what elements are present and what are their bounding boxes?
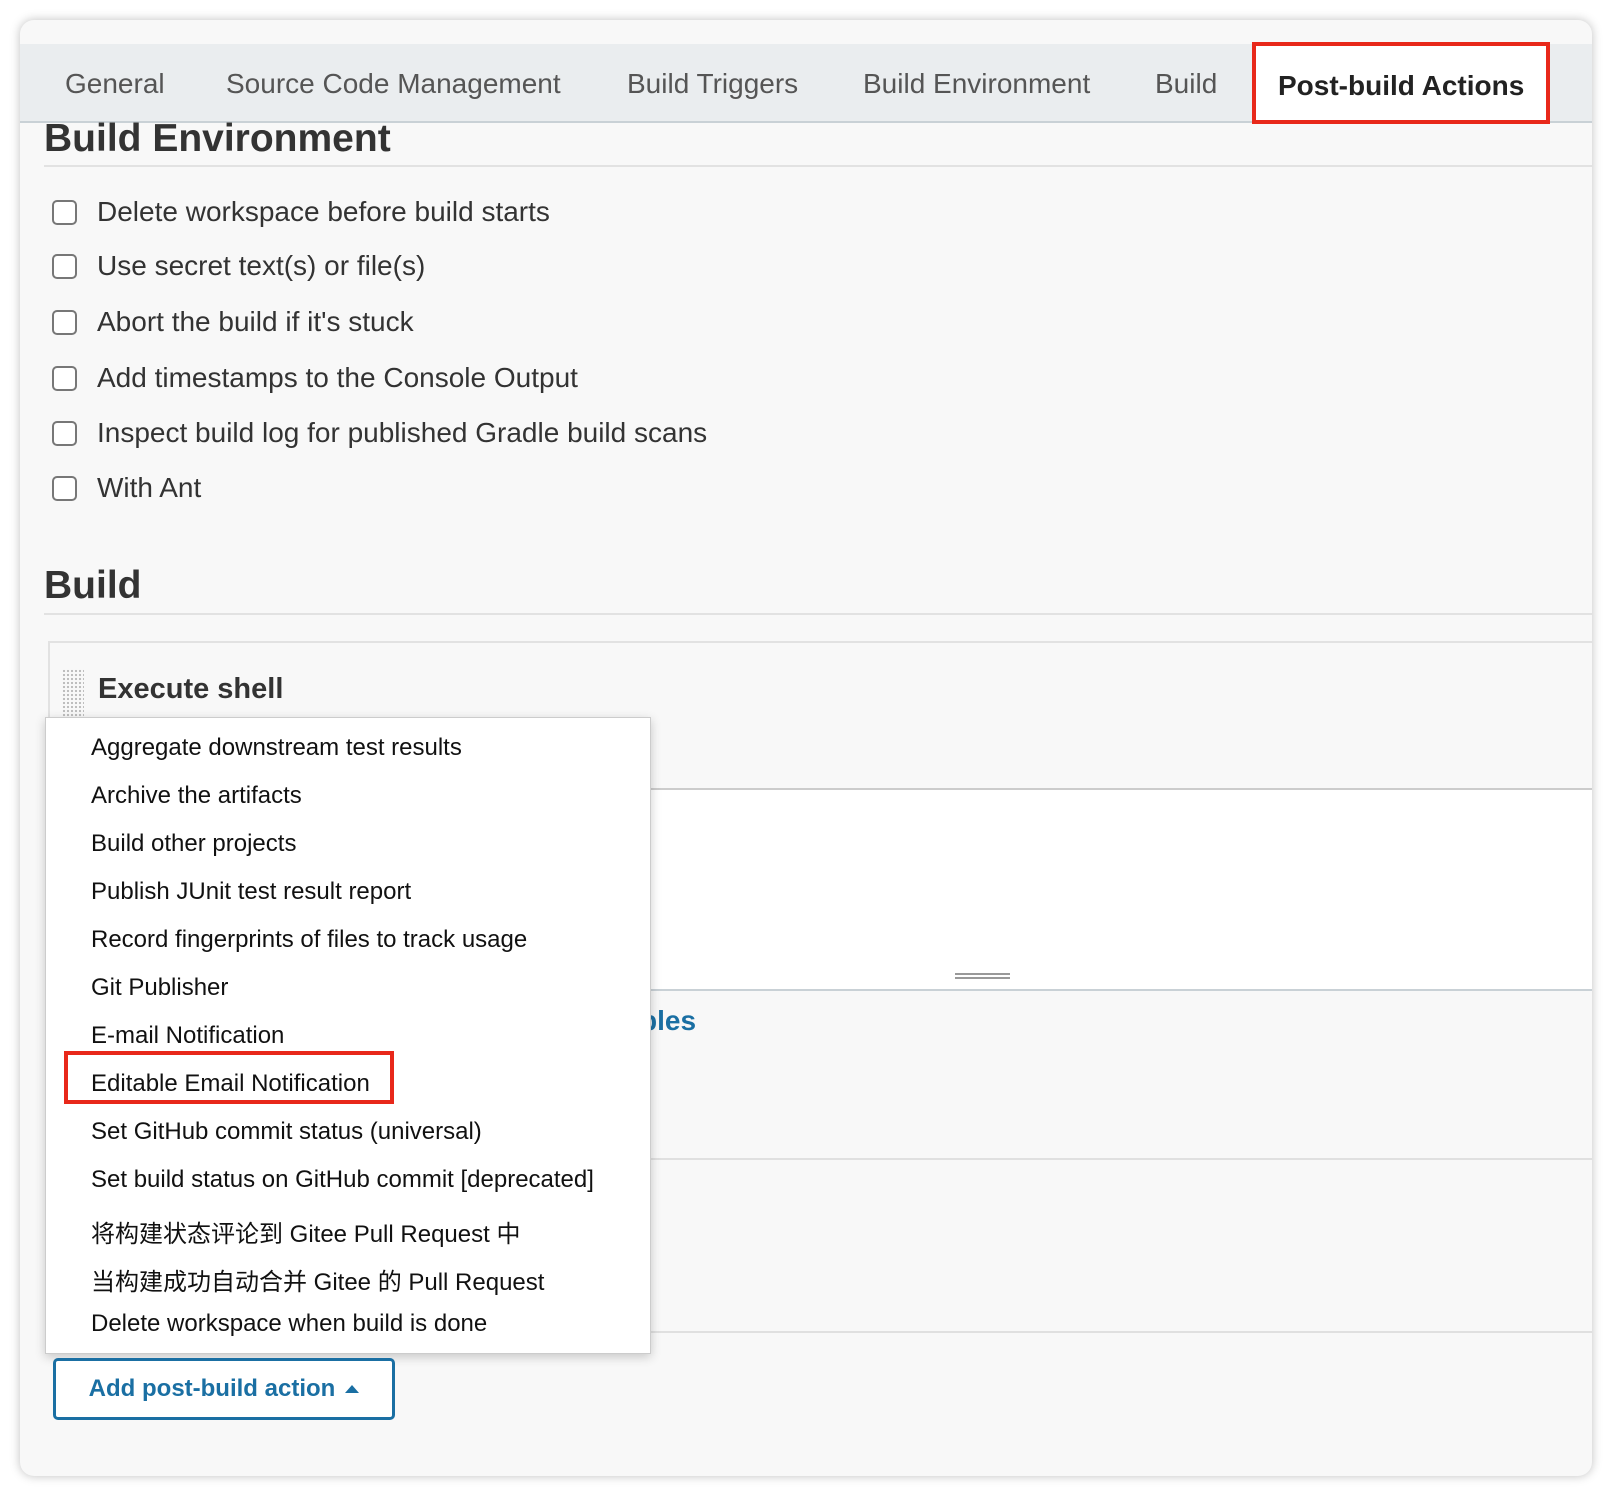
button-label: Add post-build action xyxy=(88,1375,336,1402)
checkbox-icon[interactable] xyxy=(52,253,77,279)
menu-item[interactable]: Archive the artifacts xyxy=(91,782,302,810)
step-title: Execute shell xyxy=(98,673,284,705)
checkbox-label: Add timestamps to the Console Output xyxy=(97,362,578,393)
tab-build-triggers[interactable]: Build Triggers xyxy=(627,44,798,123)
checkbox-gradle-scans[interactable]: Inspect build log for published Gradle b… xyxy=(52,417,707,449)
checkbox-icon[interactable] xyxy=(52,475,77,501)
checkbox-label: Use secret text(s) or file(s) xyxy=(97,250,426,281)
menu-item[interactable]: Build other projects xyxy=(91,830,296,858)
checkbox-icon[interactable] xyxy=(52,420,77,446)
section-title-build-environment: Build Environment xyxy=(44,117,391,160)
divider xyxy=(44,165,1592,167)
caret-up-icon xyxy=(345,1385,360,1393)
menu-item-editable-email-notification[interactable]: Editable Email Notification xyxy=(91,1070,370,1098)
checkbox-icon[interactable] xyxy=(52,199,77,225)
menu-item[interactable]: Git Publisher xyxy=(91,974,228,1002)
menu-item[interactable]: Set GitHub commit status (universal) xyxy=(91,1118,482,1146)
tab-general[interactable]: General xyxy=(65,44,165,123)
menu-item[interactable]: 将构建状态评论到 Gitee Pull Request 中 xyxy=(91,1214,520,1249)
tab-build[interactable]: Build xyxy=(1155,44,1217,123)
section-title-build: Build xyxy=(44,564,142,607)
checkbox-secret-text[interactable]: Use secret text(s) or file(s) xyxy=(52,250,425,282)
divider xyxy=(44,613,1592,615)
menu-item[interactable]: Set build status on GitHub commit [depre… xyxy=(91,1166,594,1194)
checkbox-label: Abort the build if it's stuck xyxy=(97,306,414,337)
checkbox-icon[interactable] xyxy=(52,309,77,335)
tab-build-environment[interactable]: Build Environment xyxy=(863,44,1090,123)
drag-handle-icon[interactable] xyxy=(62,669,84,717)
menu-item[interactable]: E-mail Notification xyxy=(91,1022,284,1050)
config-tabs: General Source Code Management Build Tri… xyxy=(20,42,1592,124)
checkbox-abort-stuck[interactable]: Abort the build if it's stuck xyxy=(52,306,414,338)
checkbox-label: Inspect build log for published Gradle b… xyxy=(97,417,708,448)
checkbox-with-ant[interactable]: With Ant xyxy=(52,472,201,504)
jenkins-config-window: General Source Code Management Build Tri… xyxy=(20,20,1592,1476)
checkbox-label: With Ant xyxy=(97,472,202,503)
menu-item[interactable]: 当构建成功自动合并 Gitee 的 Pull Request xyxy=(91,1262,544,1297)
menu-item[interactable]: Publish JUnit test result report xyxy=(91,878,411,906)
menu-item[interactable]: Record fingerprints of files to track us… xyxy=(91,926,527,954)
resize-handle-icon[interactable] xyxy=(955,973,1010,979)
tab-post-build-actions[interactable]: Post-build Actions xyxy=(1252,42,1551,124)
checkbox-timestamps[interactable]: Add timestamps to the Console Output xyxy=(52,362,578,394)
tab-source-code-management[interactable]: Source Code Management xyxy=(226,44,561,123)
checkbox-icon[interactable] xyxy=(52,365,77,391)
menu-item[interactable]: Aggregate downstream test results xyxy=(91,734,462,762)
menu-item[interactable]: Delete workspace when build is done xyxy=(91,1310,487,1338)
checkbox-label: Delete workspace before build starts xyxy=(97,196,550,227)
checkbox-delete-workspace[interactable]: Delete workspace before build starts xyxy=(52,196,550,228)
add-post-build-action-button[interactable]: Add post-build action xyxy=(53,1358,395,1420)
post-build-action-menu: Aggregate downstream test results Archiv… xyxy=(45,717,651,1354)
